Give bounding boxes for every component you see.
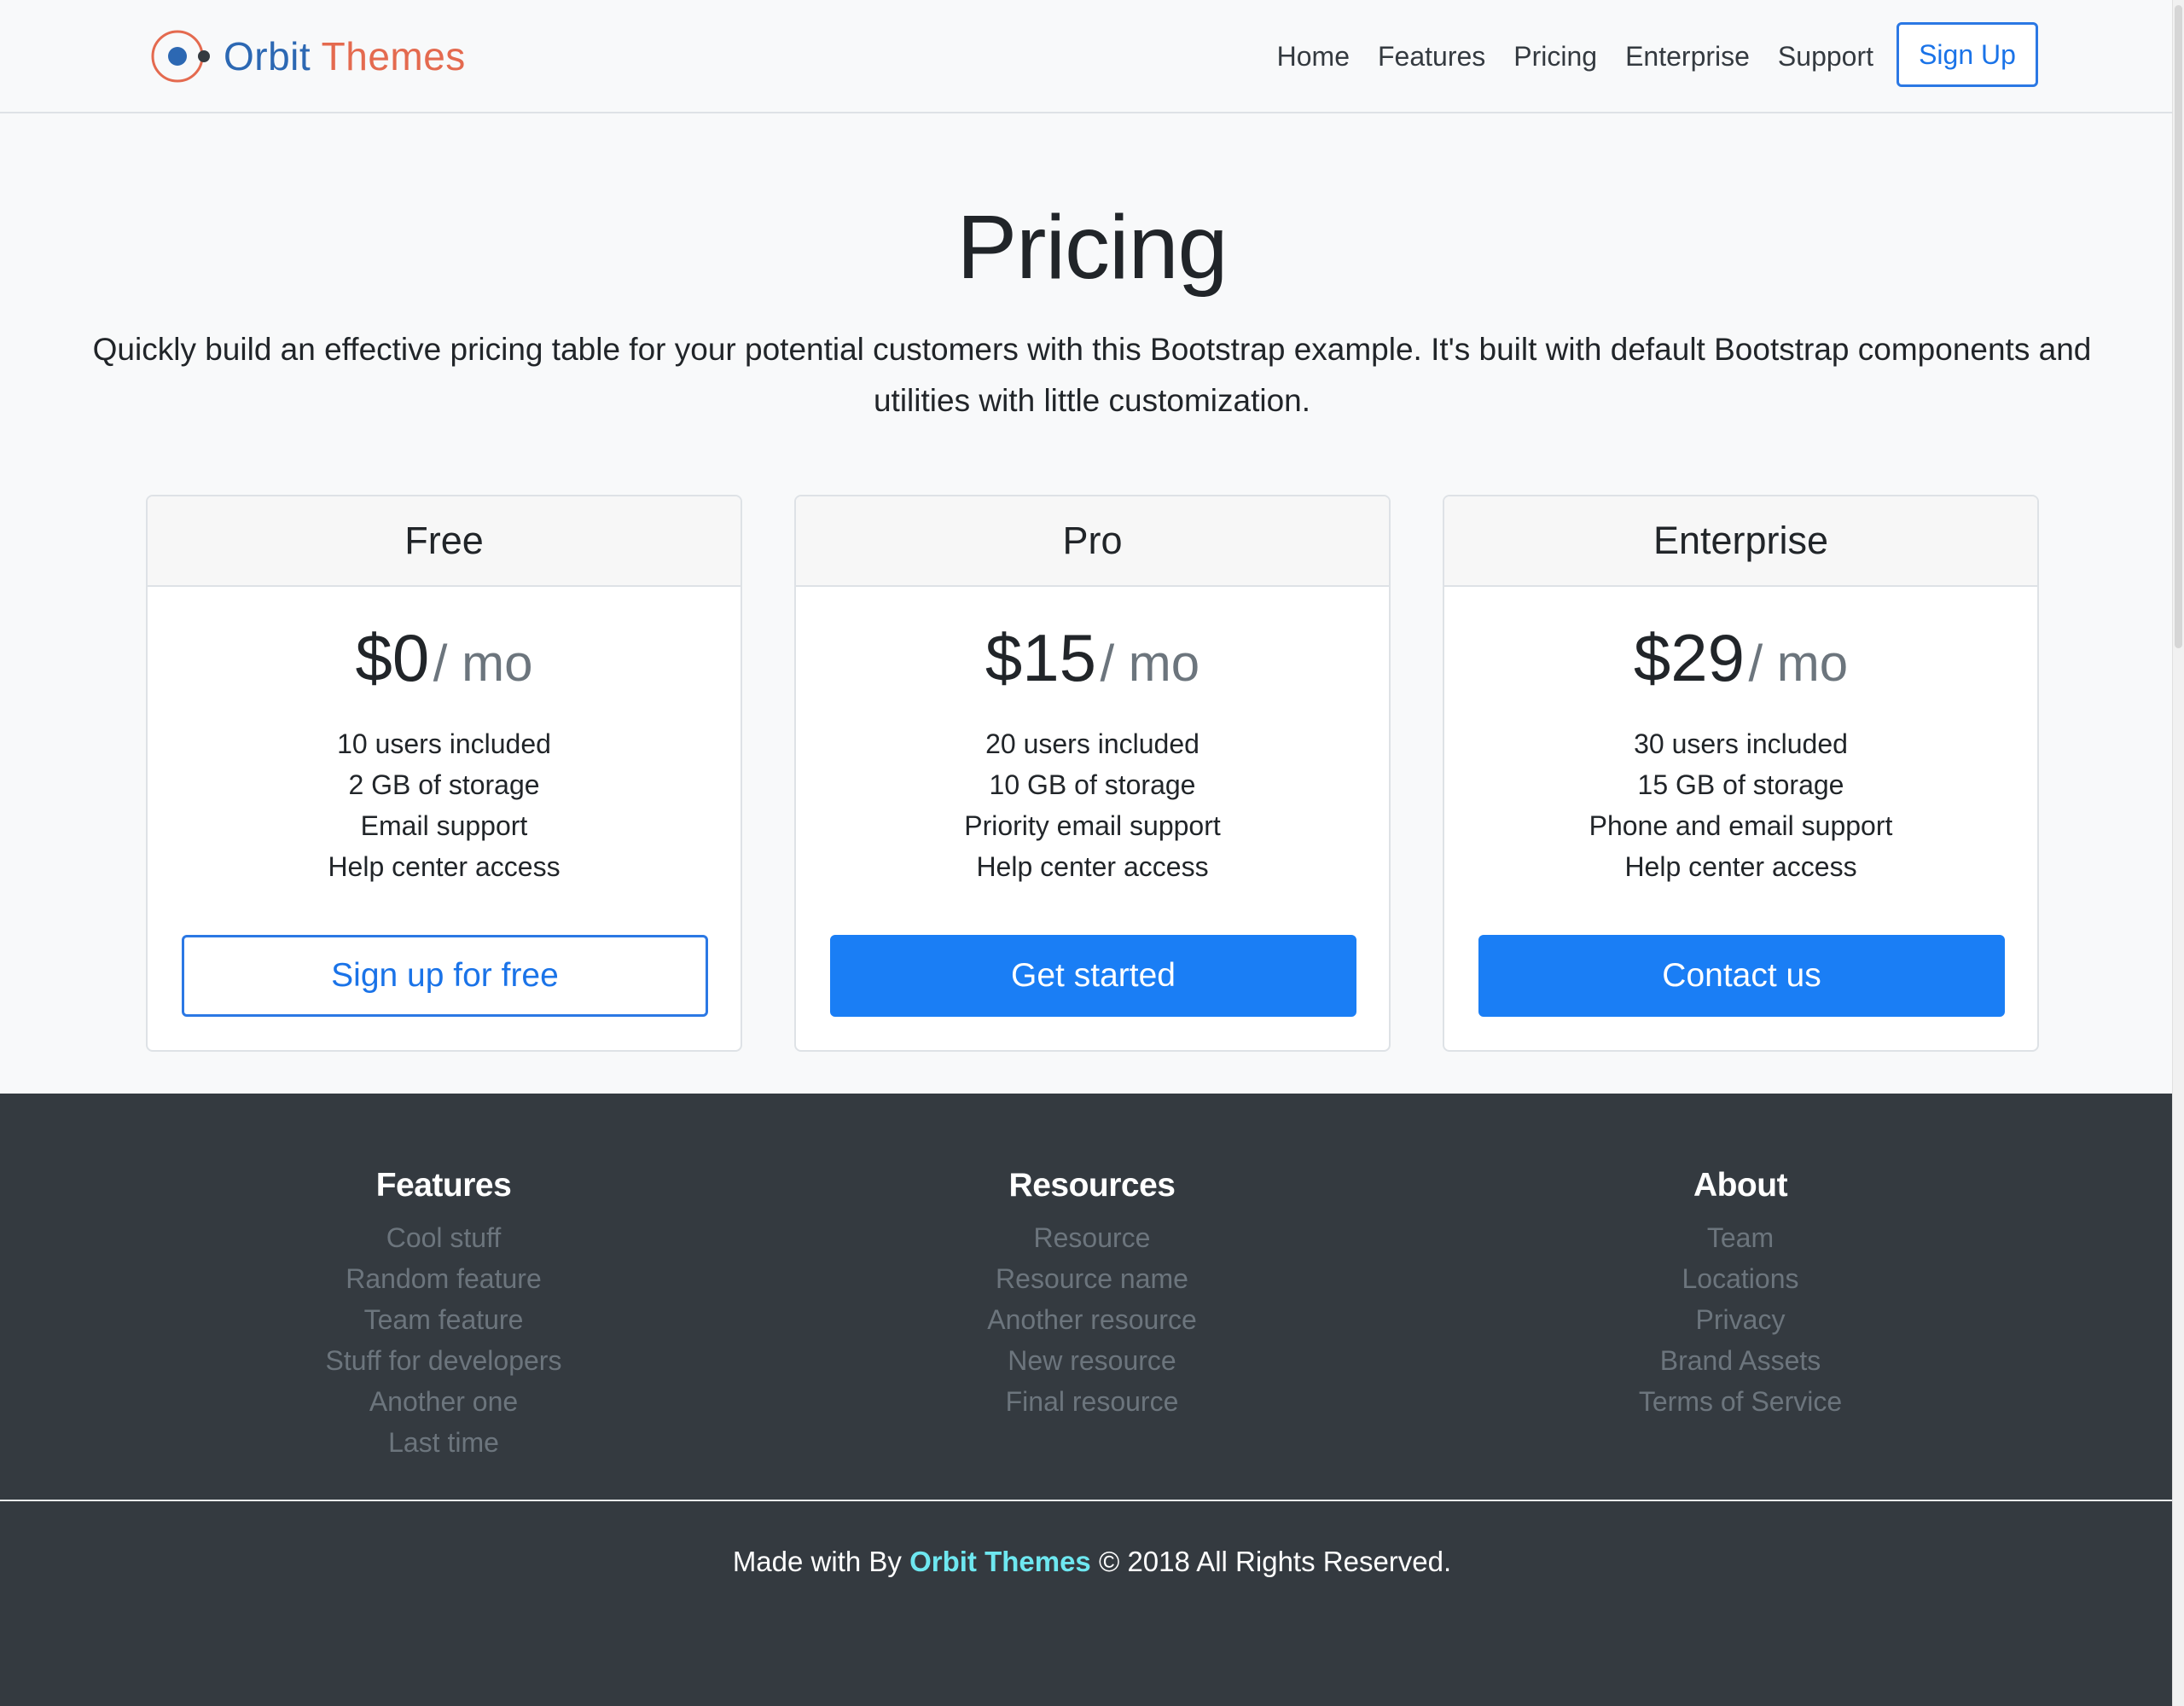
sign-up-button[interactable]: Sign Up <box>1896 22 2038 87</box>
plan-name: Pro <box>796 496 1389 587</box>
footer-link[interactable]: New resource <box>1008 1345 1176 1376</box>
contact-us-button[interactable]: Contact us <box>1478 935 2005 1017</box>
feature-item: 20 users included <box>985 728 1199 759</box>
brand-word-orbit: Orbit <box>224 34 311 78</box>
plan-features: 10 users included 2 GB of storage Email … <box>148 723 741 887</box>
price-period: / mo <box>433 635 533 692</box>
footer-column-resources: Resources Resource Resource name Another… <box>793 1169 1391 1422</box>
footer-link-list: Cool stuff Random feature Team feature S… <box>145 1217 742 1463</box>
footer-link[interactable]: Locations <box>1682 1263 1799 1294</box>
footer-link[interactable]: Team feature <box>364 1304 524 1335</box>
footer-link[interactable]: Another one <box>369 1386 518 1417</box>
feature-item: Email support <box>360 810 528 841</box>
footer-link[interactable]: Terms of Service <box>1639 1386 1842 1417</box>
nav-link-pricing[interactable]: Pricing <box>1513 41 1597 73</box>
price-amount: $0 <box>355 620 430 695</box>
footer-link[interactable]: Brand Assets <box>1660 1345 1821 1376</box>
feature-item: 10 GB of storage <box>989 769 1196 800</box>
footer-link[interactable]: Resource name <box>996 1263 1188 1294</box>
price-period: / mo <box>1748 635 1849 692</box>
plan-name: Enterprise <box>1444 496 2037 587</box>
page-scrollbar[interactable] <box>2172 0 2184 1706</box>
feature-item: Phone and email support <box>1589 810 1893 841</box>
copyright-brand-link[interactable]: Orbit Themes <box>909 1546 1091 1577</box>
nav-link-features[interactable]: Features <box>1378 41 1485 73</box>
navbar: Orbit Themes Home Features Pricing Enter… <box>0 0 2184 113</box>
feature-item: 15 GB of storage <box>1637 769 1844 800</box>
price-amount: $29 <box>1633 620 1745 695</box>
copyright-prefix: Made with By <box>732 1546 902 1577</box>
footer-link[interactable]: Cool stuff <box>386 1222 502 1253</box>
footer-link[interactable]: Last time <box>388 1427 499 1458</box>
site-footer: Features Cool stuff Random feature Team … <box>0 1094 2184 1706</box>
plan-price: $29 / mo <box>1444 624 2037 691</box>
footer-column-features: Features Cool stuff Random feature Team … <box>145 1169 742 1463</box>
footer-column-title: Features <box>375 1167 512 1204</box>
brand-logo-link[interactable]: Orbit Themes <box>150 26 466 87</box>
plan-features: 20 users included 10 GB of storage Prior… <box>796 723 1389 887</box>
plan-price: $15 / mo <box>796 624 1389 691</box>
nav-link-enterprise[interactable]: Enterprise <box>1625 41 1750 73</box>
orbit-logo-icon <box>151 30 210 83</box>
footer-link[interactable]: Another resource <box>987 1304 1196 1335</box>
footer-divider <box>0 1500 2184 1501</box>
feature-item: 30 users included <box>1634 728 1848 759</box>
brand-name: Orbit Themes <box>224 37 466 76</box>
footer-link[interactable]: Final resource <box>1006 1386 1179 1417</box>
pricing-card-free: Free $0 / mo 10 users included 2 GB of s… <box>146 495 742 1052</box>
feature-item: Priority email support <box>964 810 1221 841</box>
pricing-card-pro: Pro $15 / mo 20 users included 10 GB of … <box>794 495 1391 1052</box>
feature-item: 2 GB of storage <box>348 769 540 800</box>
footer-column-about: About Team Locations Privacy Brand Asset… <box>1442 1169 2039 1422</box>
nav-link-support[interactable]: Support <box>1778 41 1873 73</box>
price-period: / mo <box>1100 635 1200 692</box>
footer-link-list: Resource Resource name Another resource … <box>793 1217 1391 1422</box>
footer-link-list: Team Locations Privacy Brand Assets Term… <box>1442 1217 2039 1422</box>
footer-column-title: Resources <box>1008 1167 1176 1204</box>
get-started-button[interactable]: Get started <box>830 935 1356 1017</box>
footer-link[interactable]: Privacy <box>1696 1304 1786 1335</box>
feature-item: Help center access <box>1624 851 1857 882</box>
scrollbar-thumb[interactable] <box>2175 5 2182 648</box>
pricing-card-enterprise: Enterprise $29 / mo 30 users included 15… <box>1443 495 2039 1052</box>
footer-link[interactable]: Random feature <box>346 1263 541 1294</box>
copyright-suffix: © 2018 All Rights Reserved. <box>1098 1546 1452 1577</box>
feature-item: Help center access <box>328 851 561 882</box>
plan-price: $0 / mo <box>148 624 741 691</box>
plan-name: Free <box>148 496 741 587</box>
footer-column-title: About <box>1693 1167 1788 1204</box>
main-nav: Home Features Pricing Enterprise Support <box>1277 34 1873 78</box>
feature-item: Help center access <box>976 851 1209 882</box>
copyright-text: Made with By Orbit Themes © 2018 All Rig… <box>0 1546 2184 1578</box>
nav-link-home[interactable]: Home <box>1277 41 1350 73</box>
page-lead: Quickly build an effective pricing table… <box>92 332 2092 418</box>
footer-link[interactable]: Stuff for developers <box>326 1345 562 1376</box>
feature-item: 10 users included <box>337 728 551 759</box>
brand-word-themes: Themes <box>321 34 466 78</box>
page-title: Pricing <box>956 197 1228 298</box>
price-amount: $15 <box>985 620 1096 695</box>
plan-features: 30 users included 15 GB of storage Phone… <box>1444 723 2037 887</box>
footer-link[interactable]: Team <box>1707 1222 1774 1253</box>
footer-link[interactable]: Resource <box>1034 1222 1151 1253</box>
sign-up-free-button[interactable]: Sign up for free <box>182 935 708 1017</box>
